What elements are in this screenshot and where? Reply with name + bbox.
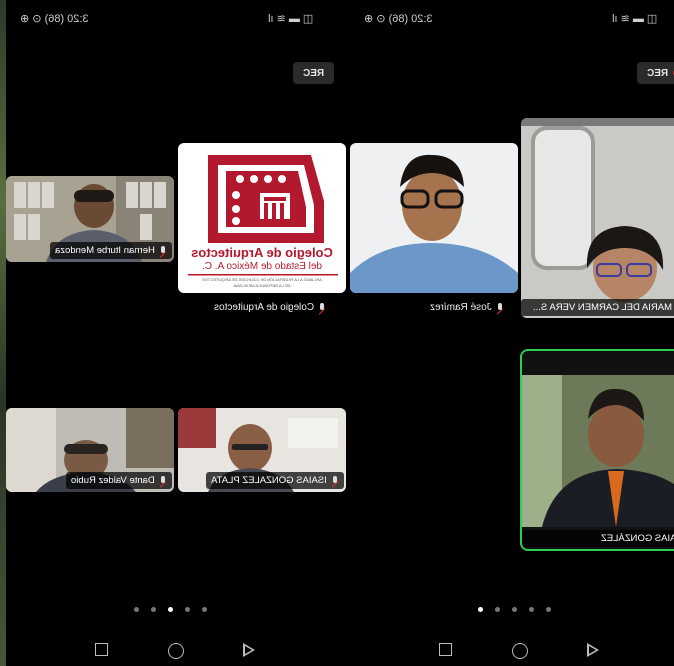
- nav-home-icon[interactable]: [168, 643, 184, 659]
- video-tile-colegio[interactable]: Colegio de Arquitectos del Estado de Méx…: [178, 143, 346, 293]
- participant-name-bar: Dante Valdez Rubio: [66, 472, 172, 489]
- rec-button[interactable]: REC: [293, 62, 335, 84]
- status-time: 3:20 (86) ⊙ ⊕: [364, 13, 433, 25]
- video-tile-jose-ramirez[interactable]: [350, 143, 518, 293]
- status-time: 3:20 (86) ⊙ ⊕: [20, 13, 89, 25]
- status-icons: ◫ ▬ ≋ ıl: [268, 13, 314, 25]
- logo-affiliation-2: DE LA REPÚBLICA MEXICANA: [233, 283, 291, 288]
- logo-title: Colegio de Arquitectos: [191, 245, 333, 260]
- participant-label-jose: José Ramírez: [430, 302, 504, 313]
- phone-screen-left: 3:20 (86) ⊙ ⊕ ◫ ▬ ≋ ıl REC Hernan Iturbe…: [6, 0, 350, 666]
- nav-home-icon[interactable]: [512, 643, 528, 659]
- mic-muted-icon: [159, 245, 167, 256]
- participant-name-bar: Hernan Iturbe Mendoza: [50, 242, 172, 259]
- mic-muted-icon: [496, 302, 504, 313]
- participant-label-colegio: Colegio de Arquitectos: [214, 302, 326, 313]
- nav-recent-icon[interactable]: [439, 643, 452, 656]
- video-tile-dante[interactable]: Dante Valdez Rubio: [6, 408, 174, 492]
- participant-name-bar: ISAIAS GONZÁLEZ: [522, 530, 674, 547]
- participant-name-bar: ISAIAS GONZALEZ PLATA: [206, 472, 344, 489]
- status-icons: ◫ ▬ ≋ ıl: [612, 13, 658, 25]
- mic-muted-icon: [159, 475, 167, 486]
- nav-recent-icon[interactable]: [95, 643, 108, 656]
- logo-subtitle: del Estado de México A. C.: [201, 261, 323, 272]
- participant-name-bar: MARIA DEL CARMEN VERA S...: [521, 299, 674, 316]
- page-indicator[interactable]: [134, 607, 207, 612]
- page-indicator[interactable]: [478, 607, 551, 612]
- mic-muted-icon: [331, 475, 339, 486]
- video-tile-hernan[interactable]: Hernan Iturbe Mendoza: [6, 176, 174, 262]
- participant-video: [350, 143, 518, 293]
- rec-button[interactable]: REC: [637, 62, 674, 84]
- logo-affiliation: AFILIADO A LA FEDERACIÓN DE COLEGIOS DE …: [202, 277, 322, 282]
- nav-back-icon[interactable]: [587, 643, 599, 657]
- video-tile-isaias-gonzalez-active[interactable]: ISAIAS GONZÁLEZ: [520, 349, 674, 551]
- participant-video: [521, 118, 674, 318]
- video-tile-maria-del-carmen[interactable]: MARIA DEL CARMEN VERA S...: [521, 118, 674, 318]
- phone-screen-right: 3:20 (86) ⊙ ⊕ ◫ ▬ ≋ ıl REC José Ramírez: [350, 0, 674, 666]
- participant-video: [522, 351, 674, 549]
- nav-back-icon[interactable]: [243, 643, 255, 657]
- mic-muted-icon: [318, 302, 326, 313]
- video-tile-isaias-plata[interactable]: ISAIAS GONZALEZ PLATA: [178, 408, 346, 492]
